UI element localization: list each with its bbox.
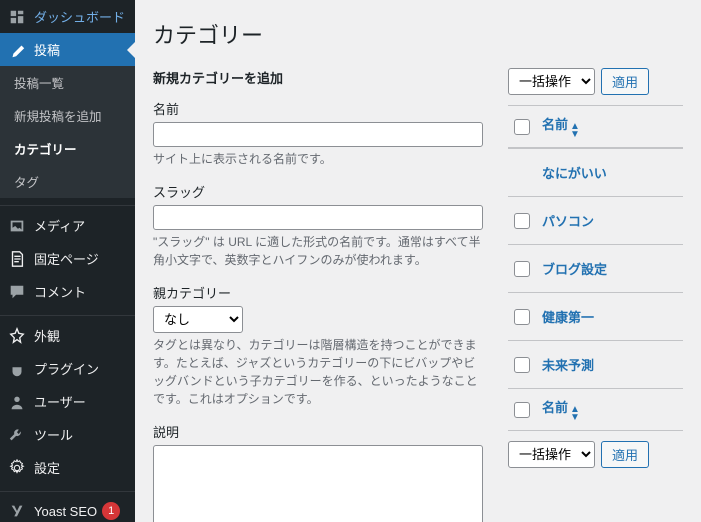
sidebar-media-label: メディア bbox=[34, 216, 85, 235]
sort-icon: ▲▼ bbox=[570, 406, 580, 422]
table-row: ブログ設定 bbox=[508, 244, 683, 292]
sidebar-users[interactable]: ユーザー bbox=[0, 385, 135, 418]
table-row: 未来予測 bbox=[508, 340, 683, 388]
sidebar-posts-tags[interactable]: タグ bbox=[0, 165, 135, 198]
admin-sidebar: ダッシュボード 投稿 投稿一覧 新規投稿を追加 カテゴリー タグ メディア 固定… bbox=[0, 0, 135, 522]
sidebar-yoast-label: Yoast SEO bbox=[34, 504, 97, 519]
sidebar-media[interactable]: メディア bbox=[0, 209, 135, 242]
table-footer: 名前▲▼ bbox=[508, 388, 683, 431]
bulk-action-select-top[interactable]: 一括操作 bbox=[508, 68, 595, 95]
sidebar-settings[interactable]: 設定 bbox=[0, 451, 135, 484]
sidebar-settings-label: 設定 bbox=[34, 458, 60, 477]
sidebar-posts-submenu: 投稿一覧 新規投稿を追加 カテゴリー タグ bbox=[0, 66, 135, 198]
cat-link[interactable]: パソコン bbox=[542, 211, 594, 230]
select-all-top[interactable] bbox=[514, 119, 530, 135]
row-checkbox[interactable] bbox=[514, 213, 530, 229]
apply-button-top[interactable]: 適用 bbox=[601, 68, 649, 95]
cat-link[interactable]: なにがいい bbox=[542, 163, 607, 182]
parent-help: タグとは異なり、カテゴリーは階層構造を持つことができます。たとえば、ジャズという… bbox=[153, 336, 483, 408]
slug-help: "スラッグ" は URL に適した形式の名前です。通常はすべて半角小文字で、英数… bbox=[153, 233, 483, 269]
add-heading: 新規カテゴリーを追加 bbox=[153, 68, 483, 87]
sidebar-yoast[interactable]: Yoast SEO 1 bbox=[0, 495, 135, 522]
cat-link[interactable]: ブログ設定 bbox=[542, 259, 607, 278]
sidebar-posts-new[interactable]: 新規投稿を追加 bbox=[0, 99, 135, 132]
cat-link[interactable]: 未来予測 bbox=[542, 355, 594, 374]
sidebar-tools-label: ツール bbox=[34, 425, 73, 444]
plugins-icon bbox=[8, 360, 26, 378]
sidebar-comments-label: コメント bbox=[34, 282, 86, 301]
row-checkbox[interactable] bbox=[514, 261, 530, 277]
sidebar-appearance-label: 外観 bbox=[34, 326, 60, 345]
appearance-icon bbox=[8, 327, 26, 345]
sidebar-users-label: ユーザー bbox=[34, 392, 86, 411]
yoast-icon bbox=[8, 502, 26, 520]
yoast-badge: 1 bbox=[102, 502, 120, 520]
row-checkbox[interactable] bbox=[514, 309, 530, 325]
table-header: 名前▲▼ bbox=[508, 105, 683, 148]
dashboard-icon bbox=[8, 8, 26, 26]
col-name-footer[interactable]: 名前▲▼ bbox=[542, 397, 580, 422]
col-name-header[interactable]: 名前▲▼ bbox=[542, 114, 580, 139]
bulk-action-select-bottom[interactable]: 一括操作 bbox=[508, 441, 595, 468]
tools-icon bbox=[8, 426, 26, 444]
apply-button-bottom[interactable]: 適用 bbox=[601, 441, 649, 468]
sidebar-posts-categories[interactable]: カテゴリー bbox=[0, 132, 135, 165]
add-category-form: 新規カテゴリーを追加 名前 サイト上に表示される名前です。 スラッグ "スラッグ… bbox=[153, 68, 483, 522]
table-row: なにがいい bbox=[508, 148, 683, 196]
table-row: 健康第一 bbox=[508, 292, 683, 340]
page-title: カテゴリー bbox=[153, 18, 683, 50]
desc-label: 説明 bbox=[153, 422, 483, 441]
slug-input[interactable] bbox=[153, 205, 483, 230]
row-checkbox[interactable] bbox=[514, 357, 530, 373]
sidebar-posts-all[interactable]: 投稿一覧 bbox=[0, 66, 135, 99]
main-content: カテゴリー 新規カテゴリーを追加 名前 サイト上に表示される名前です。 スラッグ… bbox=[135, 0, 701, 522]
parent-label: 親カテゴリー bbox=[153, 283, 483, 302]
users-icon bbox=[8, 393, 26, 411]
name-help: サイト上に表示される名前です。 bbox=[153, 150, 483, 168]
pin-icon bbox=[8, 41, 26, 59]
sidebar-dashboard-label: ダッシュボード bbox=[34, 7, 125, 26]
comments-icon bbox=[8, 283, 26, 301]
pages-icon bbox=[8, 250, 26, 268]
sidebar-posts[interactable]: 投稿 bbox=[0, 33, 135, 66]
select-all-bottom[interactable] bbox=[514, 402, 530, 418]
gear-icon bbox=[8, 459, 26, 477]
parent-select[interactable]: なし bbox=[153, 306, 243, 333]
sidebar-plugins[interactable]: プラグイン bbox=[0, 352, 135, 385]
name-label: 名前 bbox=[153, 99, 483, 118]
sidebar-posts-label: 投稿 bbox=[34, 40, 60, 59]
sidebar-pages[interactable]: 固定ページ bbox=[0, 242, 135, 275]
sidebar-appearance[interactable]: 外観 bbox=[0, 319, 135, 352]
table-row: パソコン bbox=[508, 196, 683, 244]
sidebar-dashboard[interactable]: ダッシュボード bbox=[0, 0, 135, 33]
media-icon bbox=[8, 217, 26, 235]
sidebar-comments[interactable]: コメント bbox=[0, 275, 135, 308]
sort-icon: ▲▼ bbox=[570, 123, 580, 139]
desc-textarea[interactable] bbox=[153, 445, 483, 522]
sidebar-pages-label: 固定ページ bbox=[34, 249, 99, 268]
sidebar-tools[interactable]: ツール bbox=[0, 418, 135, 451]
sidebar-plugins-label: プラグイン bbox=[34, 359, 99, 378]
cat-link[interactable]: 健康第一 bbox=[542, 307, 594, 326]
slug-label: スラッグ bbox=[153, 182, 483, 201]
category-list: 一括操作 適用 名前▲▼ なにがいい パソコン ブログ設定 健康第一 未来予測 … bbox=[508, 68, 683, 522]
name-input[interactable] bbox=[153, 122, 483, 147]
